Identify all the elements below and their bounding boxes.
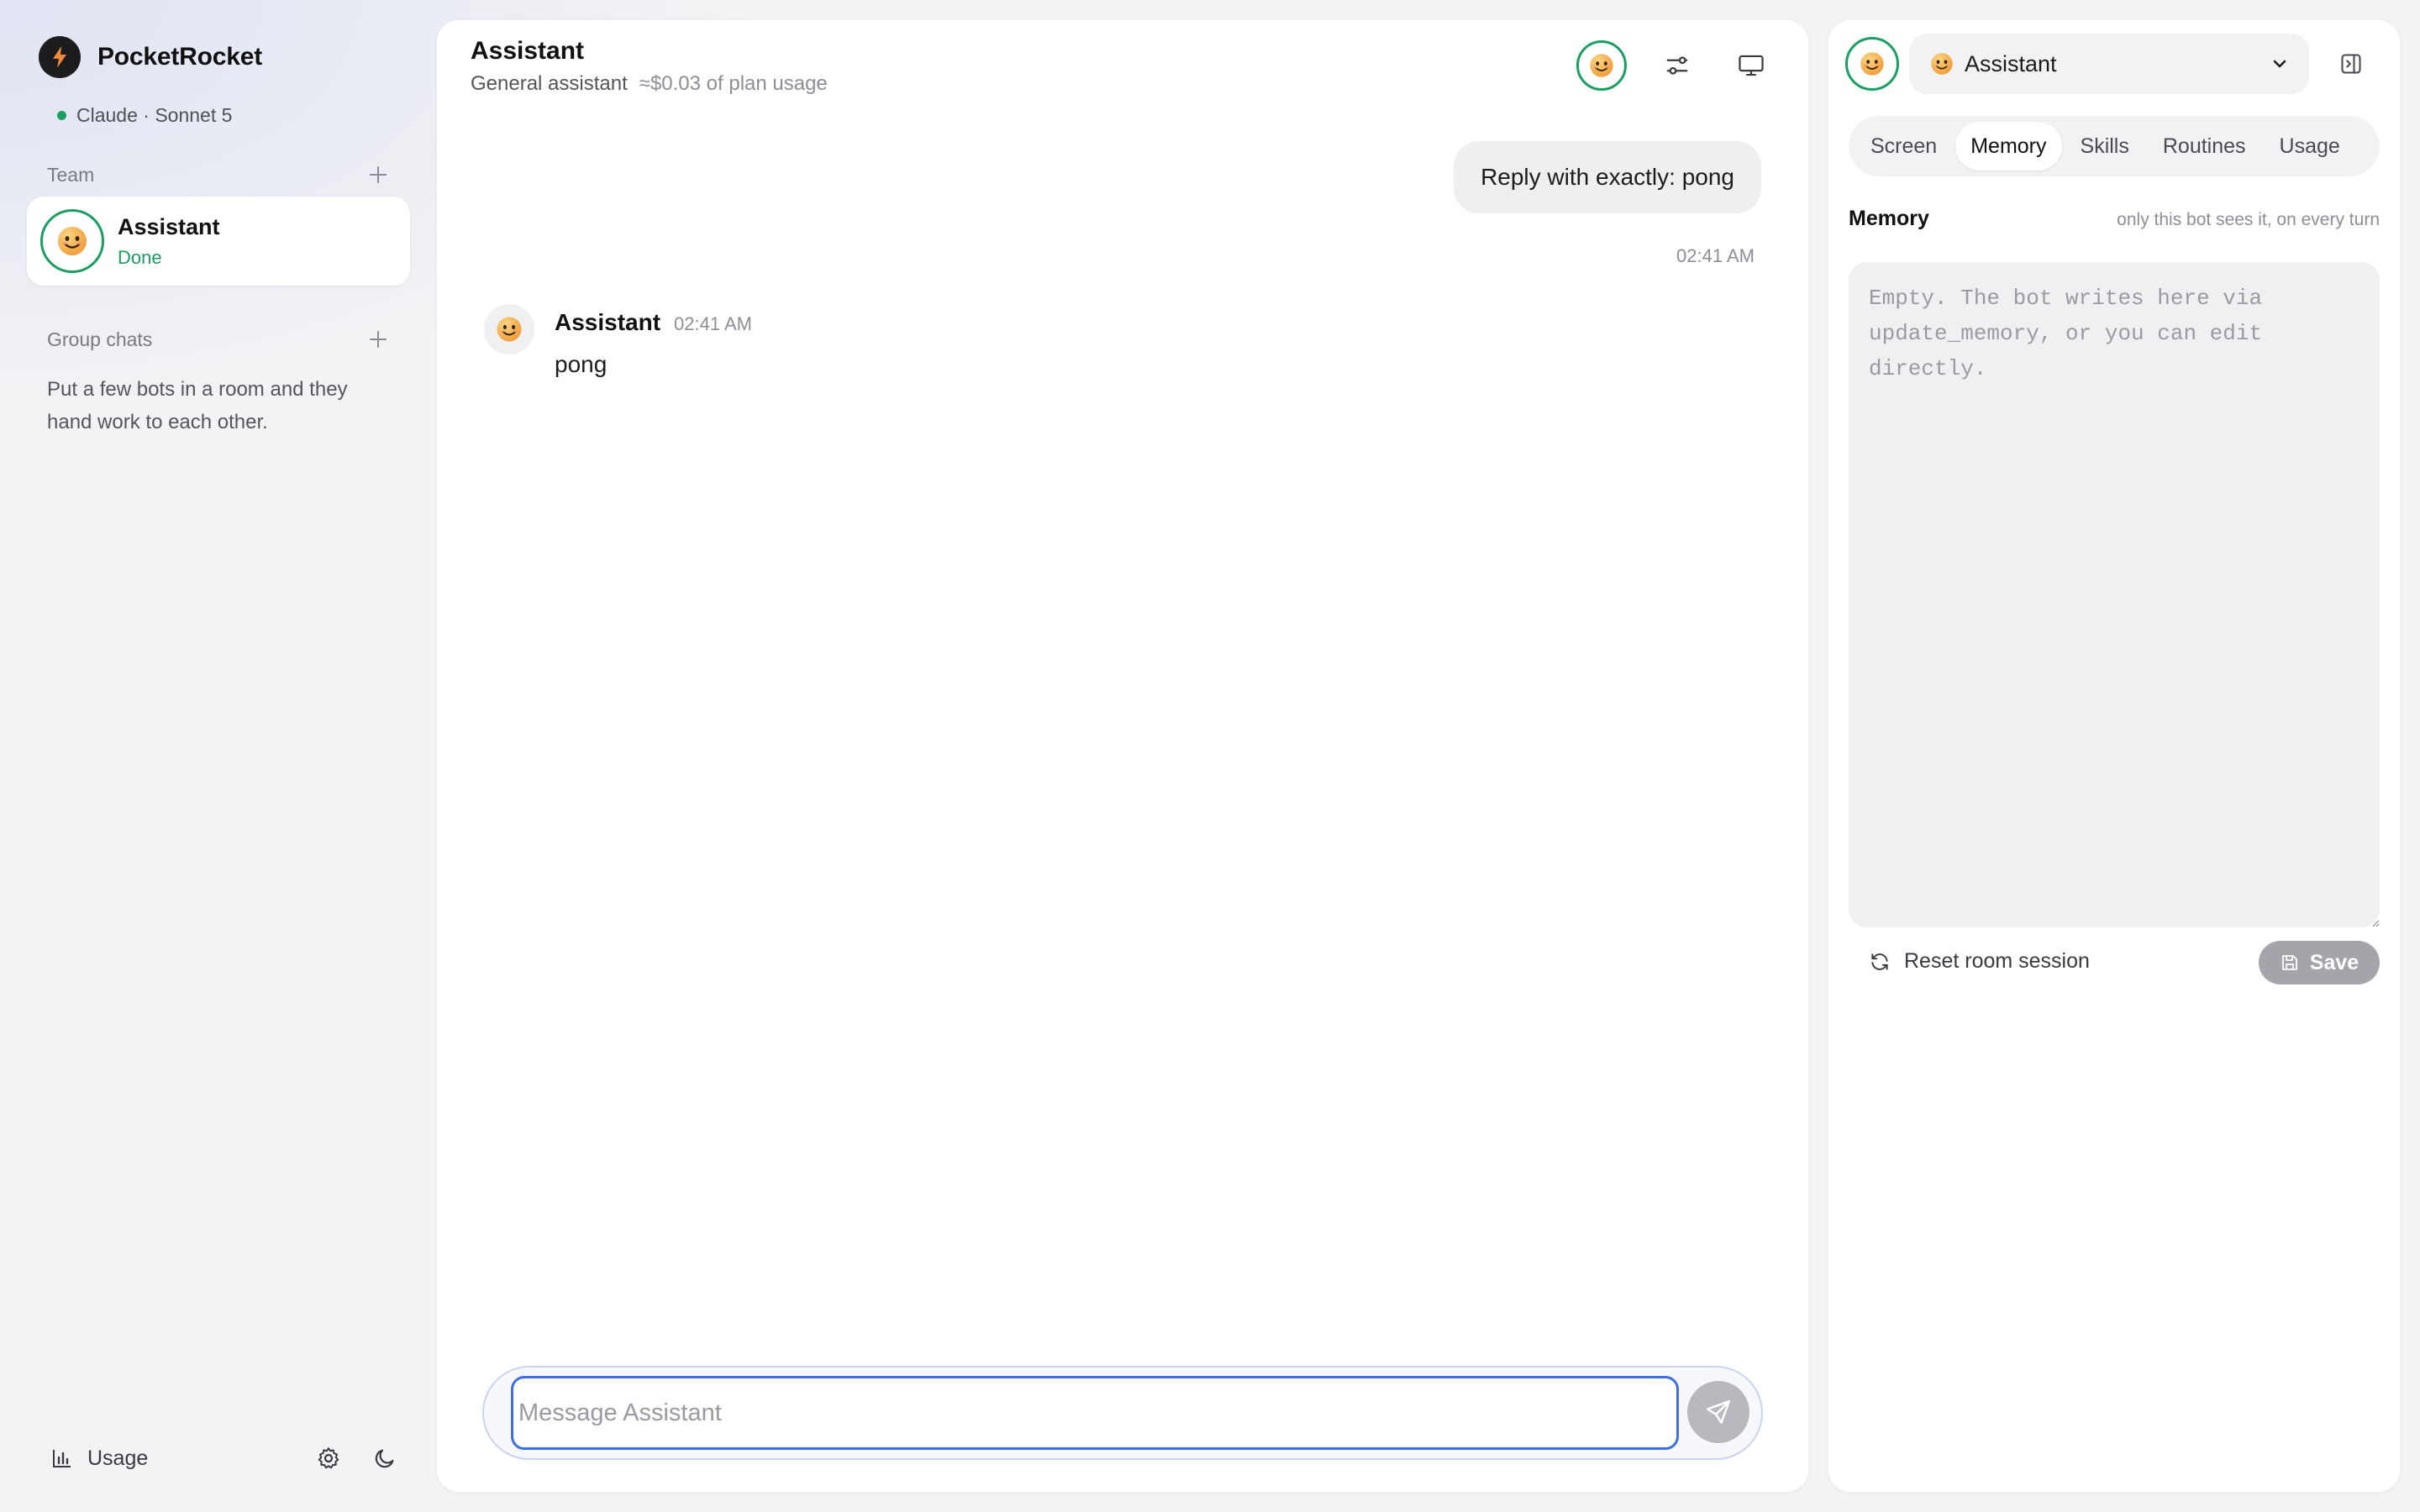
- chat-header-actions: [1576, 40, 1775, 91]
- group-section-label: Group chats: [47, 328, 153, 350]
- screen-view-button[interactable]: [1728, 42, 1775, 89]
- bot-select[interactable]: Assistant: [1909, 34, 2309, 94]
- sliders-icon: [1666, 56, 1688, 75]
- bolt-icon: [39, 36, 81, 78]
- plus-icon: [370, 331, 387, 348]
- group-empty-text: Put a few bots in a room and they hand w…: [47, 378, 348, 433]
- memory-hint: only this bot sees it, on every turn: [2117, 210, 2380, 229]
- tab-memory[interactable]: Memory: [1955, 122, 2062, 171]
- smiley-icon: [1859, 50, 1886, 77]
- model-label: Claude · Sonnet 5: [76, 104, 233, 126]
- avatar: [40, 209, 104, 273]
- tab-screen[interactable]: Screen: [1855, 122, 1952, 171]
- add-team-bot-button[interactable]: [365, 161, 392, 188]
- bot-settings-button[interactable]: [1654, 42, 1701, 89]
- tab-usage[interactable]: Usage: [2265, 122, 2355, 171]
- smiley-icon: [1588, 52, 1615, 79]
- monitor-icon: [1739, 55, 1764, 76]
- group-section-header: Group chats: [47, 326, 392, 353]
- dark-mode-toggle[interactable]: [373, 1446, 397, 1470]
- tab-skills[interactable]: Skills: [2065, 122, 2144, 171]
- team-section-header: Team: [47, 161, 392, 188]
- bot-detail-panel: Assistant Screen Memory Skills Routines …: [1828, 20, 2400, 1492]
- smiley-icon: [495, 315, 523, 344]
- usage-label: Usage: [87, 1446, 149, 1470]
- chat-subtitle: General assistant ≈$0.03 of plan usage: [471, 72, 828, 96]
- smiley-icon: [1929, 51, 1954, 76]
- sidebar: PocketRocket Claude · Sonnet 5 Team Assi…: [0, 0, 429, 1512]
- usage-link[interactable]: Usage: [52, 1446, 148, 1471]
- model-indicator: Claude · Sonnet 5: [57, 104, 232, 127]
- save-icon: [2281, 955, 2297, 970]
- chevron-down-icon: [2270, 55, 2289, 73]
- bar-chart-icon: [53, 1450, 71, 1467]
- team-item-status: Done: [118, 246, 162, 268]
- save-label: Save: [2309, 950, 2360, 974]
- team-section-label: Team: [47, 163, 95, 186]
- add-group-chat-button[interactable]: [365, 326, 392, 353]
- team-item-assistant[interactable]: Assistant Done: [27, 197, 410, 286]
- sidebar-footer: Usage: [52, 1443, 397, 1473]
- bot-message-time: 02:41 AM: [674, 313, 752, 334]
- panel-collapse-icon: [2341, 54, 2361, 74]
- moon-icon: [375, 1449, 394, 1468]
- user-message: Reply with exactly: pong: [1454, 141, 1761, 213]
- usage-cost: ≈$0.03 of plan usage: [639, 72, 828, 95]
- memory-header: Memory only this bot sees it, on every t…: [1849, 207, 2380, 231]
- avatar: [484, 304, 534, 354]
- avatar: [1845, 37, 1899, 91]
- reset-session-button[interactable]: Reset room session: [1869, 949, 2090, 974]
- chat-title: Assistant: [471, 37, 585, 65]
- memory-title: Memory: [1849, 207, 1929, 230]
- tab-routines[interactable]: Routines: [2148, 122, 2261, 171]
- gear-icon: [318, 1447, 339, 1469]
- bot-avatar-button[interactable]: [1576, 40, 1627, 91]
- bot-message-name: Assistant: [555, 309, 661, 335]
- collapse-panel-button[interactable]: [2333, 45, 2370, 82]
- bot-message-text: pong: [555, 351, 608, 377]
- memory-editor[interactable]: [1849, 262, 2380, 927]
- send-button[interactable]: [1687, 1381, 1749, 1443]
- reset-session-label: Reset room session: [1904, 949, 2090, 973]
- app-name: PocketRocket: [97, 43, 263, 71]
- status-dot: [57, 111, 66, 120]
- composer: [482, 1366, 1763, 1460]
- bot-select-value: Assistant: [1965, 50, 2057, 76]
- bot-description: General assistant: [471, 72, 628, 95]
- user-message-time: 02:41 AM: [1676, 245, 1754, 266]
- save-memory-button[interactable]: Save: [2259, 941, 2380, 984]
- brand: PocketRocket: [39, 35, 262, 79]
- smiley-icon: [55, 224, 89, 258]
- refresh-icon: [1871, 953, 1888, 970]
- send-icon: [1706, 1399, 1731, 1425]
- message-input[interactable]: [511, 1376, 1679, 1450]
- chat-panel: Assistant General assistant ≈$0.03 of pla…: [437, 20, 1808, 1492]
- team-item-name: Assistant: [118, 213, 220, 239]
- settings-button[interactable]: [316, 1446, 341, 1471]
- panel-tabs: Screen Memory Skills Routines Usage: [1849, 116, 2380, 176]
- plus-icon: [370, 166, 387, 183]
